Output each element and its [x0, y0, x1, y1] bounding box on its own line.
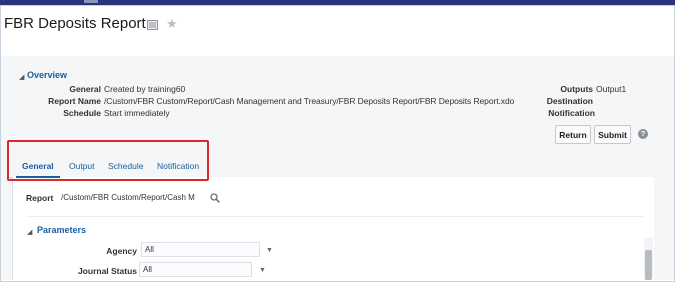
- agency-label: Agency: [106, 246, 137, 256]
- schedule-label: Schedule: [63, 108, 101, 118]
- help-icon[interactable]: ?: [638, 129, 648, 139]
- overview-section-title[interactable]: Overview: [27, 70, 67, 80]
- parameters-section-title[interactable]: Parameters: [37, 225, 86, 235]
- outputs-value: Output1: [596, 84, 627, 94]
- page-title: FBR Deposits Report: [4, 15, 146, 32]
- top-bar-indicator: [84, 0, 98, 3]
- outputs-label: Outputs: [560, 84, 593, 94]
- schedule-value: Start immediately: [104, 108, 170, 118]
- destination-label: Destination: [546, 96, 593, 106]
- tab-output[interactable]: Output: [69, 161, 95, 171]
- section-divider: [26, 216, 644, 217]
- report-name-value: /Custom/FBR Custom/Report/Cash Managemen…: [104, 96, 515, 106]
- notification-label: Notification: [548, 108, 595, 118]
- overview-collapse-icon[interactable]: ◢: [19, 73, 24, 81]
- search-icon[interactable]: [210, 193, 220, 205]
- top-navigation-bar: [0, 0, 675, 5]
- agency-select[interactable]: All: [141, 242, 260, 257]
- tab-notification[interactable]: Notification: [157, 161, 199, 171]
- report-name-label: Report Name: [48, 96, 101, 106]
- active-tab-indicator: [16, 176, 60, 178]
- journal-status-dropdown-icon[interactable]: ▼: [259, 267, 266, 274]
- general-label: General: [69, 84, 101, 94]
- report-label: Report: [26, 193, 54, 203]
- tab-schedule[interactable]: Schedule: [108, 161, 143, 171]
- report-path-field[interactable]: /Custom/FBR Custom/Report/Cash M: [61, 191, 207, 206]
- agency-dropdown-icon[interactable]: ▼: [266, 247, 273, 254]
- star-icon[interactable]: ★: [166, 17, 178, 30]
- journal-status-select[interactable]: All: [139, 262, 252, 277]
- parameters-collapse-icon[interactable]: ◢: [27, 228, 32, 236]
- print-icon[interactable]: [147, 20, 158, 32]
- return-button[interactable]: Return: [555, 125, 591, 144]
- journal-status-label: Journal Status: [77, 266, 137, 276]
- general-value: Created by training60: [104, 84, 186, 94]
- submit-button[interactable]: Submit: [594, 125, 631, 144]
- tab-general[interactable]: General: [22, 161, 54, 171]
- scrollbar-thumb[interactable]: [645, 250, 652, 280]
